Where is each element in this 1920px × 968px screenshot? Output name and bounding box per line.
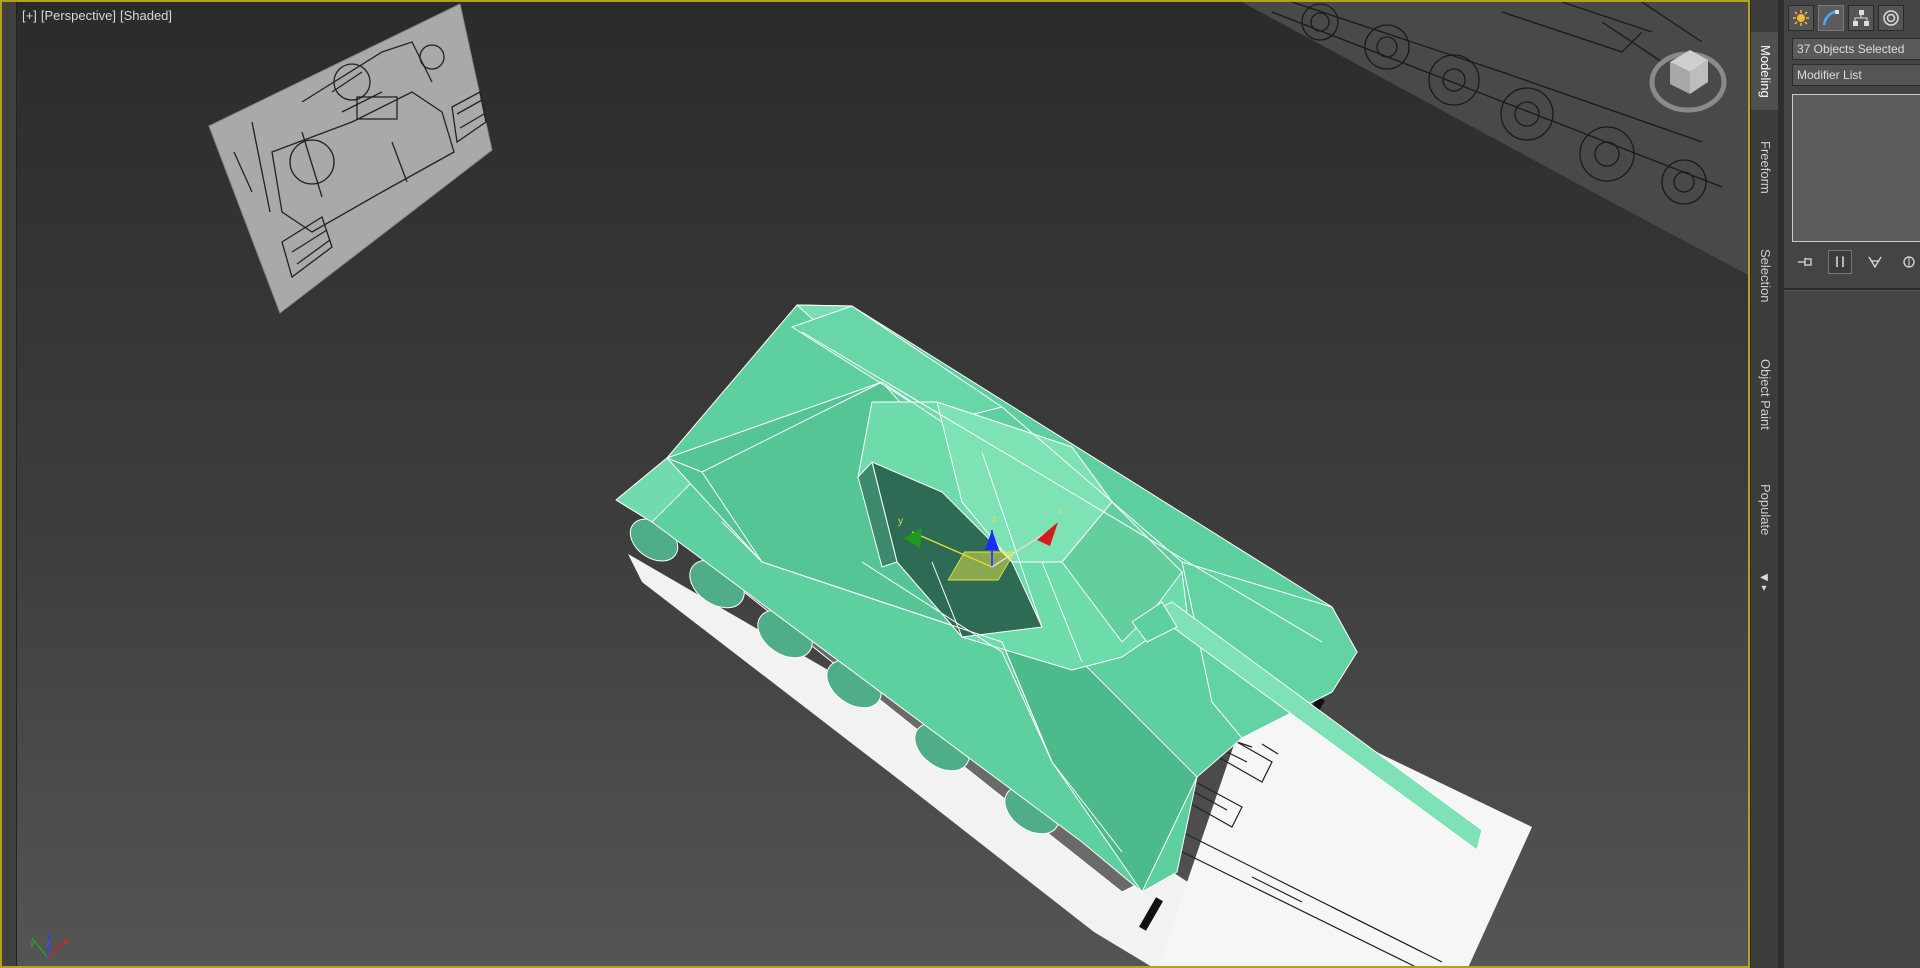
show-end-result-icon[interactable] <box>1828 250 1852 274</box>
side-reference-plane[interactable] <box>1242 2 1750 277</box>
tab-populate[interactable]: Populate <box>1751 475 1779 545</box>
tab-modeling[interactable]: Modeling <box>1751 32 1779 110</box>
gizmo-z-label: z <box>992 514 997 525</box>
make-unique-icon[interactable] <box>1864 251 1886 273</box>
tab-freeform[interactable]: Freeform <box>1751 132 1779 202</box>
tripod-y-label: y <box>30 938 35 948</box>
axis-tripod: x y z <box>30 931 69 959</box>
scene-canvas[interactable]: z x y x y z <box>2 2 1750 968</box>
tripod-x-label: x <box>64 936 69 946</box>
viewport-general-menu[interactable]: [+] <box>22 8 37 23</box>
modify-icon[interactable] <box>1818 5 1844 31</box>
create-icon[interactable] <box>1788 5 1814 31</box>
remove-modifier-icon[interactable] <box>1898 251 1920 273</box>
panel-separator <box>1784 288 1920 291</box>
front-reference-plane[interactable] <box>208 3 493 314</box>
motion-icon[interactable] <box>1878 5 1904 31</box>
gizmo-y-label: y <box>898 516 903 527</box>
object-name-field[interactable]: 37 Objects Selected <box>1792 38 1920 60</box>
command-panel-tabs <box>1784 0 1920 31</box>
viewport-label-menu: [+] [Perspective] [Shaded] <box>22 8 172 23</box>
ribbon-tabs: Modeling Freeform Selection Object Paint… <box>1750 0 1779 968</box>
modifier-list-dropdown[interactable]: Modifier List <box>1792 64 1920 86</box>
pin-stack-icon[interactable] <box>1794 251 1816 273</box>
viewport-point-of-view-menu[interactable]: [Perspective] <box>41 8 116 23</box>
viewport-shading-menu[interactable]: [Shaded] <box>120 8 172 23</box>
command-panel: 37 Objects Selected Modifier List <box>1784 0 1920 968</box>
gizmo-x-label: x <box>1058 506 1063 517</box>
tripod-z-label: z <box>46 938 51 948</box>
ribbon-expand-icon[interactable]: ◀ ▾ <box>1758 572 1770 594</box>
perspective-viewport[interactable]: z x y x y z [+] [Perspective] [Shaded] <box>0 0 1750 968</box>
modifier-stack[interactable] <box>1792 94 1920 242</box>
tab-object-paint[interactable]: Object Paint <box>1751 350 1779 438</box>
tab-selection[interactable]: Selection <box>1751 240 1779 312</box>
modifier-stack-toolbar <box>1794 250 1920 274</box>
hierarchy-icon[interactable] <box>1848 5 1874 31</box>
